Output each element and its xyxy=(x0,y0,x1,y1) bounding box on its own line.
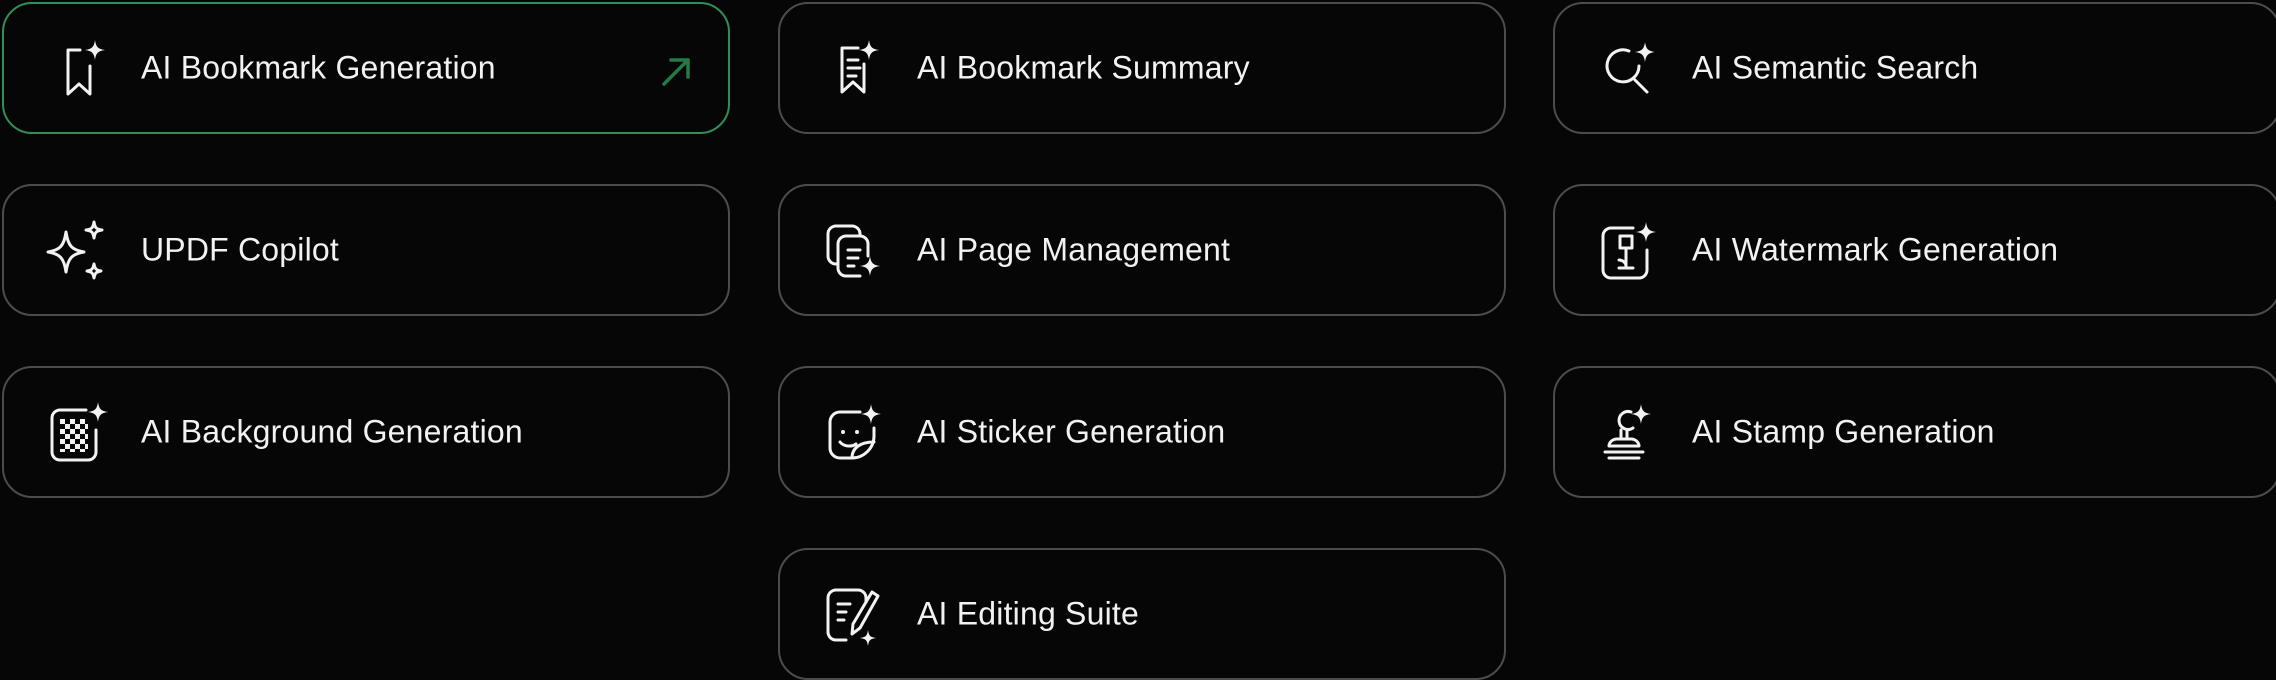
feature-label: AI Bookmark Summary xyxy=(917,49,1250,86)
feature-label: AI Stamp Generation xyxy=(1692,413,1995,450)
feature-card-ai-stamp-generation[interactable]: AI Stamp Generation xyxy=(1553,366,2276,498)
checker-background-icon xyxy=(46,402,110,466)
feature-card-ai-background-generation[interactable]: AI Background Generation xyxy=(2,366,730,498)
bookmark-sparkle-icon xyxy=(46,38,110,102)
sparkles-icon xyxy=(46,220,110,284)
feature-label: UPDF Copilot xyxy=(141,231,340,268)
feature-card-ai-editing-suite[interactable]: AI Editing Suite xyxy=(778,548,1506,680)
feature-label: AI Watermark Generation xyxy=(1692,231,2059,268)
feature-card-ai-bookmark-generation[interactable]: AI Bookmark Generation xyxy=(2,2,730,134)
feature-label: AI Page Management xyxy=(917,231,1231,268)
feature-card-ai-watermark-generation[interactable]: AI Watermark Generation xyxy=(1553,184,2276,316)
ai-features-grid: AI Bookmark Generation AI Bookmark Summa… xyxy=(0,0,2276,680)
watermark-sparkle-icon xyxy=(1597,220,1661,284)
feature-label: AI Sticker Generation xyxy=(917,413,1226,450)
stamp-sparkle-icon xyxy=(1597,402,1661,466)
feature-label: AI Bookmark Generation xyxy=(141,49,496,86)
sticker-smile-icon xyxy=(822,402,886,466)
arrow-up-right-icon xyxy=(658,54,694,90)
feature-card-ai-semantic-search[interactable]: AI Semantic Search xyxy=(1553,2,2276,134)
edit-document-icon xyxy=(822,584,886,648)
feature-label: AI Semantic Search xyxy=(1692,49,1979,86)
feature-card-ai-sticker-generation[interactable]: AI Sticker Generation xyxy=(778,366,1506,498)
feature-card-ai-bookmark-summary[interactable]: AI Bookmark Summary xyxy=(778,2,1506,134)
feature-card-ai-page-management[interactable]: AI Page Management xyxy=(778,184,1506,316)
pages-sparkle-icon xyxy=(822,220,886,284)
bookmark-summary-icon xyxy=(822,38,886,102)
feature-card-updf-copilot[interactable]: UPDF Copilot xyxy=(2,184,730,316)
feature-label: AI Editing Suite xyxy=(917,595,1139,632)
search-sparkle-icon xyxy=(1597,38,1661,102)
feature-label: AI Background Generation xyxy=(141,413,523,450)
